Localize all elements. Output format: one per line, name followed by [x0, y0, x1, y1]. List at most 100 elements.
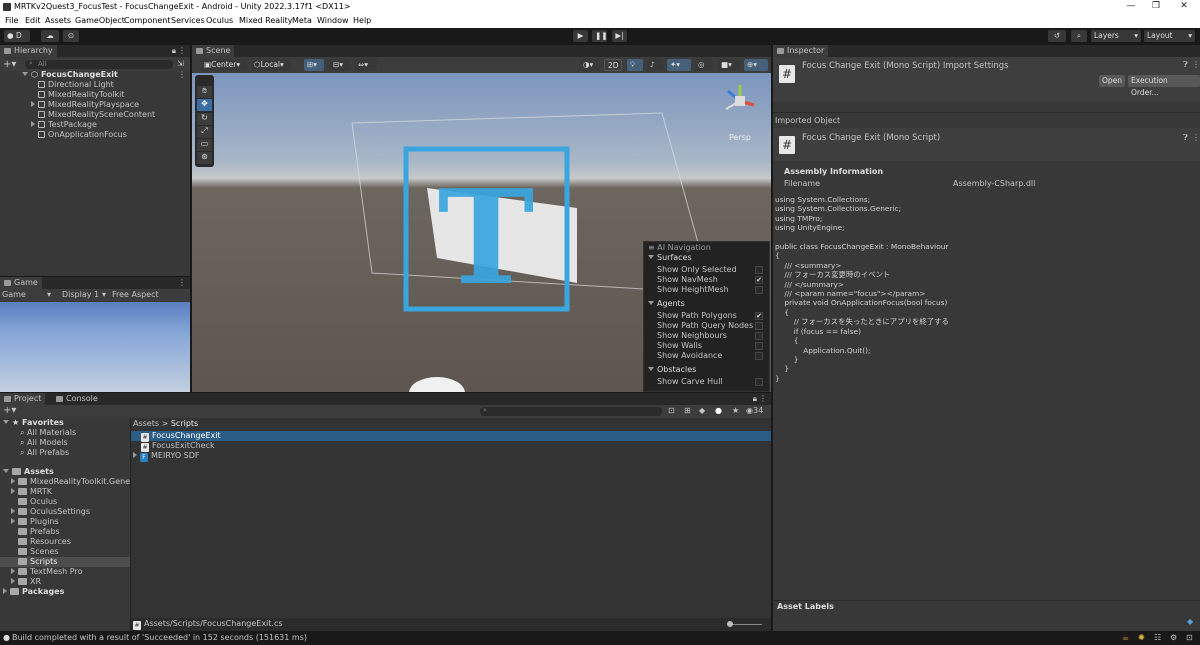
kebab-menu-icon[interactable]: ⋮ — [178, 70, 186, 79]
hierarchy-item[interactable]: TestPackage — [31, 120, 97, 130]
menu-meta[interactable]: Meta — [292, 16, 312, 25]
rotate-tool-icon[interactable]: ↻ — [197, 113, 212, 125]
bug-icon[interactable]: ☕︎ — [1122, 633, 1129, 642]
favorite-item[interactable]: ⌕ All Prefabs — [20, 448, 69, 458]
info-icon[interactable]: ● — [715, 406, 722, 415]
gizmos-icon[interactable]: ⊕▾ — [744, 59, 768, 71]
obstacles-foldout[interactable]: Obstacles — [648, 365, 696, 375]
move-tool-icon[interactable]: ✥ — [197, 99, 212, 111]
search-by-label-icon[interactable]: ⊞ — [684, 406, 691, 415]
layers-dropdown[interactable]: Layers ▾ — [1091, 30, 1141, 42]
menu-mixed-reality[interactable]: Mixed Reality — [239, 16, 293, 25]
minimize-button[interactable]: — — [1121, 1, 1141, 13]
folder-item[interactable]: Oculus — [18, 497, 57, 507]
hidden-objects-icon[interactable]: ◎ — [695, 59, 713, 71]
pause-button[interactable]: ❚❚ — [592, 30, 608, 42]
pivot-dropdown[interactable]: ▣Center▾ — [201, 59, 247, 71]
settings-icon[interactable]: ⚙ — [1170, 633, 1177, 642]
hierarchy-scene-root[interactable]: ⬡ FocusChangeExit — [22, 70, 118, 80]
hierarchy-search-input[interactable]: ⌕ All — [25, 59, 173, 69]
close-button[interactable]: ✕ — [1174, 1, 1194, 13]
cloud-icon[interactable]: ☁ — [41, 30, 59, 42]
show-path-polygons-checkbox[interactable]: ✔ — [755, 312, 763, 320]
space-dropdown[interactable]: ⬡Local▾ — [251, 59, 291, 71]
notification-icon[interactable]: ⊡ — [1186, 633, 1193, 642]
draw-mode-button[interactable]: ◑▾ — [580, 59, 600, 71]
menu-window[interactable]: Window — [317, 16, 349, 25]
folder-item[interactable]: Resources — [18, 537, 71, 547]
favorite-item[interactable]: ⌕ All Models — [20, 438, 68, 448]
2d-toggle[interactable]: 2D — [604, 59, 622, 71]
step-button[interactable]: ▶| — [612, 30, 627, 42]
persp-label[interactable]: Persp — [729, 133, 751, 143]
show-neighbours-checkbox[interactable] — [755, 332, 763, 340]
align-button[interactable]: ⇔▾ — [355, 59, 377, 71]
maximize-button[interactable]: ❐ — [1146, 1, 1166, 13]
add-icon[interactable]: +▾ — [3, 405, 16, 416]
tag-icon[interactable]: ◆ — [699, 406, 705, 415]
show-navmesh-checkbox[interactable]: ✔ — [755, 276, 763, 284]
folder-item[interactable]: OculusSettings — [11, 507, 90, 517]
menu-edit[interactable]: Edit — [25, 16, 41, 25]
menu-file[interactable]: File — [5, 16, 18, 25]
icon-size-slider[interactable] — [728, 624, 762, 625]
file-item[interactable]: F MEIRYO SDF — [133, 451, 200, 462]
hierarchy-item[interactable]: Directional Light — [38, 80, 114, 90]
play-button[interactable]: ▶ — [573, 30, 588, 42]
folder-item[interactable]: MRTK — [11, 487, 52, 497]
menu-gameobject[interactable]: GameObject — [75, 16, 125, 25]
undo-history-icon[interactable]: ↺ — [1048, 30, 1066, 42]
game-view-canvas[interactable] — [0, 302, 190, 392]
orientation-gizmo[interactable] — [720, 81, 760, 121]
show-avoidance-checkbox[interactable] — [755, 352, 763, 360]
lighting-icon[interactable]: 💡︎ — [627, 59, 643, 71]
kebab-menu-icon[interactable]: ⋮ — [178, 278, 186, 287]
kebab-menu-icon[interactable]: ⋮ — [1192, 133, 1200, 142]
kebab-menu-icon[interactable]: ⋮ — [1192, 60, 1200, 69]
menu-services[interactable]: Services — [171, 16, 205, 25]
breadcrumb-assets[interactable]: Assets — [133, 419, 159, 428]
menu-assets[interactable]: Assets — [45, 16, 71, 25]
favorite-star-icon[interactable]: ★ — [732, 406, 739, 415]
show-heightmesh-checkbox[interactable] — [755, 286, 763, 294]
drag-handle-icon[interactable]: ≡ — [648, 243, 657, 252]
status-message[interactable]: Build completed with a result of 'Succee… — [12, 633, 307, 643]
agents-foldout[interactable]: Agents — [648, 299, 685, 309]
hidden-packages-button[interactable]: ◉34 — [746, 406, 763, 415]
menu-help[interactable]: Help — [353, 16, 371, 25]
hierarchy-item[interactable]: OnApplicationFocus — [38, 130, 127, 140]
account-dropdown[interactable]: ● D ▾ — [4, 30, 30, 52]
folder-item[interactable]: Prefabs — [18, 527, 60, 537]
help-icon[interactable]: ❓︎ — [1183, 133, 1188, 143]
hierarchy-item[interactable]: MixedRealityPlayspace — [31, 100, 139, 110]
show-only-selected-checkbox[interactable] — [755, 266, 763, 274]
display-dropdown[interactable]: Display 1 — [62, 290, 99, 300]
surfaces-foldout[interactable]: Surfaces — [648, 253, 692, 263]
tab-inspector[interactable]: Inspector — [773, 45, 829, 57]
show-carve-hull-checkbox[interactable] — [755, 378, 763, 386]
tab-project[interactable]: Project — [0, 393, 46, 405]
camera-icon[interactable]: ■▾ — [718, 59, 740, 71]
rect-tool-icon[interactable]: ▭ — [197, 139, 212, 151]
effects-icon[interactable]: ✦▾ — [667, 59, 691, 71]
open-button[interactable]: Open — [1099, 75, 1126, 87]
tab-hierarchy[interactable]: Hierarchy — [0, 45, 57, 57]
show-path-query-nodes-checkbox[interactable] — [755, 322, 763, 330]
network-icon[interactable]: ☷ — [1154, 633, 1161, 642]
tab-scene[interactable]: Scene — [192, 45, 235, 57]
menu-oculus[interactable]: Oculus — [206, 16, 233, 25]
layout-dropdown[interactable]: Layout ▾ — [1144, 30, 1195, 42]
breadcrumb-scripts[interactable]: Scripts — [171, 419, 198, 428]
tab-game[interactable]: Game — [0, 277, 42, 289]
search-icon[interactable]: ⌕ — [1071, 30, 1087, 42]
project-search-input[interactable]: ⌕ — [480, 406, 662, 416]
lock-icon[interactable]: 🔒︎ — [753, 394, 757, 404]
slider-handle[interactable] — [727, 621, 733, 627]
search-settings-icon[interactable]: ⇲ — [177, 59, 184, 68]
grid-snap-button[interactable]: ⊞▾ — [304, 59, 324, 71]
menu-component[interactable]: Component — [124, 16, 170, 25]
kebab-menu-icon[interactable]: ⋮ — [759, 394, 767, 403]
hierarchy-item[interactable]: MixedRealitySceneContent — [38, 110, 155, 120]
execution-order-button[interactable]: Execution Order... — [1128, 75, 1200, 97]
folder-item[interactable]: TextMesh Pro — [11, 567, 82, 577]
